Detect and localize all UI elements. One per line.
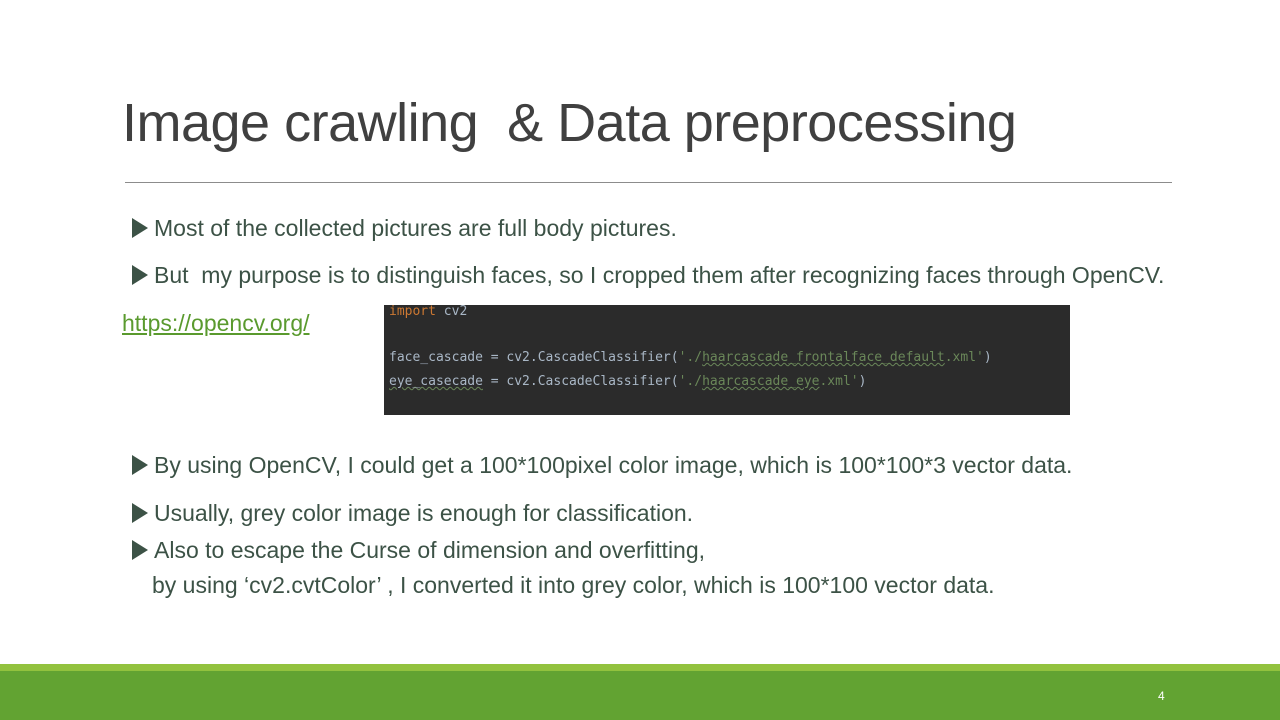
bullet-item: Also to escape the Curse of dimension an… — [132, 535, 705, 565]
slide-title: Image crawling & Data preprocessing — [122, 93, 1017, 153]
bullet-item: But my purpose is to distinguish faces, … — [132, 260, 1164, 290]
code-screenshot: import cv2 face_cascade = cv2.CascadeCla… — [384, 304, 1070, 415]
bullet-text: Most of the collected pictures are full … — [154, 215, 677, 241]
opencv-link[interactable]: https://opencv.org/ — [122, 308, 310, 338]
triangle-bullet-icon — [132, 218, 148, 238]
bullet-item: Most of the collected pictures are full … — [132, 213, 677, 243]
page-number: 4 — [1158, 689, 1165, 703]
bullet-text: By using OpenCV, I could get a 100*100pi… — [154, 452, 1073, 478]
triangle-bullet-icon — [132, 455, 148, 475]
code-line: face_cascade = cv2.CascadeClassifier('./… — [389, 350, 992, 365]
bullet-item: Usually, grey color image is enough for … — [132, 498, 693, 528]
code-line: import cv2 — [389, 304, 468, 319]
code-line: eye_casecade = cv2.CascadeClassifier('./… — [389, 374, 867, 389]
bullet-continuation: by using ‘cv2.cvtColor’ , I converted it… — [152, 572, 995, 598]
triangle-bullet-icon — [132, 265, 148, 285]
bullet-item: By using OpenCV, I could get a 100*100pi… — [132, 450, 1072, 480]
footer-bar — [0, 671, 1280, 720]
triangle-bullet-icon — [132, 503, 148, 523]
triangle-bullet-icon — [132, 540, 148, 560]
bullet-text: Also to escape the Curse of dimension an… — [154, 537, 706, 563]
title-divider — [125, 182, 1172, 183]
bullet-text: Usually, grey color image is enough for … — [154, 500, 694, 526]
bullet-text: But my purpose is to distinguish faces, … — [154, 262, 1165, 288]
footer-accent-bar — [0, 664, 1280, 671]
